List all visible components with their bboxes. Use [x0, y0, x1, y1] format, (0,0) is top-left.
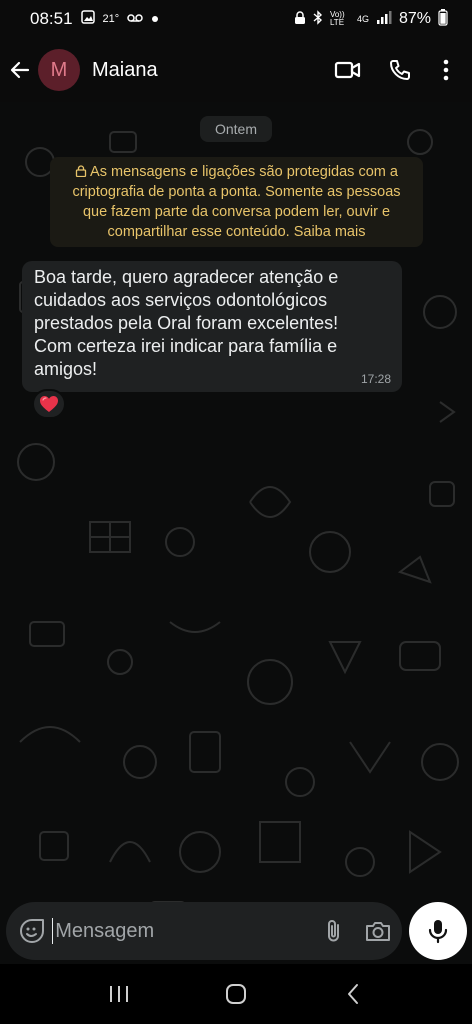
home-icon [225, 984, 246, 1004]
chat-header: M Maiana [0, 38, 472, 102]
voice-call-button[interactable] [374, 44, 426, 96]
camera-icon [366, 922, 391, 941]
sticker-icon [19, 919, 44, 943]
contact-avatar[interactable]: M [38, 49, 80, 91]
chat-area[interactable]: Ontem As mensagens e ligações são proteg… [0, 102, 472, 964]
sticker-button[interactable] [18, 911, 46, 951]
microphone-icon [428, 920, 448, 944]
video-call-icon [334, 61, 361, 79]
battery-icon [438, 9, 448, 29]
camera-button[interactable] [364, 911, 392, 951]
notification-dot-icon [151, 10, 159, 28]
status-right: Vo)) LTE 4G 87% [294, 9, 448, 29]
more-options-icon [443, 59, 449, 81]
message-time: 17:28 [360, 372, 391, 386]
bluetooth-icon [313, 10, 323, 28]
message-reaction[interactable] [32, 389, 66, 419]
avatar-initial: M [50, 58, 68, 81]
status-time: 08:51 [30, 9, 73, 28]
message-input[interactable] [55, 911, 321, 951]
status-bar: 08:51 21° Vo)) LTE 4G 87% [0, 0, 472, 38]
back-arrow-icon [10, 61, 30, 79]
header-actions [322, 44, 472, 96]
voice-call-icon [390, 60, 410, 80]
more-options-button[interactable] [426, 44, 466, 96]
message-text: Boa tarde, quero agradecer atenção e cui… [34, 267, 339, 379]
temperature: 21° [102, 13, 120, 25]
encryption-notice[interactable]: As mensagens e ligações são protegidas c… [50, 157, 423, 247]
video-call-button[interactable] [322, 44, 374, 96]
incoming-message[interactable]: Boa tarde, quero agradecer atenção e cui… [22, 261, 402, 392]
voice-message-button[interactable] [409, 902, 467, 960]
attach-button[interactable] [320, 911, 348, 951]
heart-reaction-icon [40, 396, 58, 412]
lock-icon [75, 165, 87, 177]
battery-percent: 87% [398, 10, 431, 27]
contact-name[interactable]: Maiana [92, 59, 158, 82]
back-button[interactable] [2, 38, 38, 102]
text-cursor [51, 918, 54, 944]
date-separator: Ontem [200, 116, 272, 142]
recent-apps-icon [109, 986, 128, 1002]
system-nav-bar [0, 964, 472, 1024]
lock-status-icon [294, 10, 306, 28]
home-button[interactable] [206, 964, 266, 1024]
back-nav-button[interactable] [323, 964, 383, 1024]
status-left: 08:51 21° [30, 9, 159, 29]
encryption-notice-text: As mensagens e ligações são protegidas c… [72, 164, 401, 240]
gallery-notification-icon [80, 9, 95, 29]
network-4g-label: 4G [356, 14, 369, 24]
signal-strength-icon [376, 10, 392, 28]
recent-apps-button[interactable] [89, 964, 149, 1024]
paperclip-icon [328, 920, 340, 942]
voicemail-icon [127, 10, 143, 28]
volte-label: Vo)) LTE [329, 10, 345, 27]
back-nav-icon [348, 984, 359, 1004]
message-composer [6, 902, 402, 960]
